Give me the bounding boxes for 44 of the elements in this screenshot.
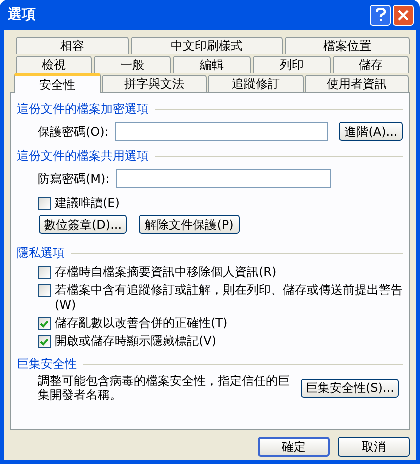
section-title: 這份文件的檔案共用選項 — [17, 148, 149, 165]
button[interactable]: 解除文件保護(P) — [139, 215, 240, 234]
tab[interactable]: 編輯 — [173, 56, 251, 73]
checkbox-label: 存檔時自檔案摘要資訊中移除個人資訊(R) — [55, 265, 278, 280]
checkbox[interactable] — [38, 284, 51, 297]
tab[interactable]: 拼字與文法 — [102, 75, 207, 92]
window-title: 選項 — [8, 6, 36, 24]
tab[interactable]: 使用者資訊 — [305, 75, 409, 92]
tab[interactable]: 一般 — [94, 56, 171, 73]
button[interactable]: 數位簽章(D)... — [39, 215, 127, 234]
tab[interactable]: 檢視 — [16, 56, 92, 73]
checkbox-label: 若檔案中含有追蹤修訂或註解，則在列印、儲存或傳送前提出警告(W) — [55, 283, 403, 313]
section-title: 隱私選項 — [17, 245, 65, 262]
field-label: 保護密碼(O): — [38, 124, 110, 140]
field-label: 防寫密碼(M): — [38, 170, 111, 188]
checkmark-icon — [40, 338, 49, 346]
tab[interactable]: 追蹤修訂 — [208, 75, 304, 92]
button[interactable]: 進階(A)... — [339, 122, 403, 141]
section-title: 這份文件的檔案加密選項 — [17, 101, 149, 118]
close-button[interactable] — [393, 4, 414, 26]
checkbox[interactable] — [38, 317, 51, 330]
checkbox[interactable] — [38, 266, 51, 279]
checkmark-icon — [40, 320, 49, 328]
tab[interactable]: 檔案位置 — [285, 37, 410, 54]
tab[interactable]: 安全性 — [14, 73, 101, 93]
button[interactable]: 巨集安全性(S)... — [301, 378, 399, 398]
tab[interactable]: 儲存 — [333, 56, 409, 73]
tab[interactable]: 相容 — [16, 37, 129, 54]
checkbox-label: 開啟或儲存時顯示隱藏標記(V) — [55, 334, 218, 349]
tab[interactable]: 中文印刷樣式 — [131, 37, 283, 54]
close-icon — [398, 10, 409, 20]
description-text: 調整可能包含病毒的檔案安全性，指定信任的巨集開發者名稱。 — [38, 374, 291, 402]
password-field[interactable] — [115, 122, 328, 141]
section-title: 巨集安全性 — [17, 356, 77, 373]
button[interactable]: 取消 — [338, 437, 410, 457]
help-icon — [376, 8, 386, 22]
tab[interactable]: 列印 — [253, 56, 331, 73]
button[interactable]: 確定 — [258, 437, 330, 457]
password-field[interactable] — [116, 169, 331, 188]
checkbox[interactable] — [38, 335, 51, 348]
checkbox-label: 儲存亂數以改善合併的正確性(T) — [55, 316, 229, 331]
checkbox-label: 建議唯讀(E) — [55, 196, 121, 211]
checkbox[interactable] — [38, 197, 51, 210]
help-button[interactable] — [370, 4, 391, 26]
